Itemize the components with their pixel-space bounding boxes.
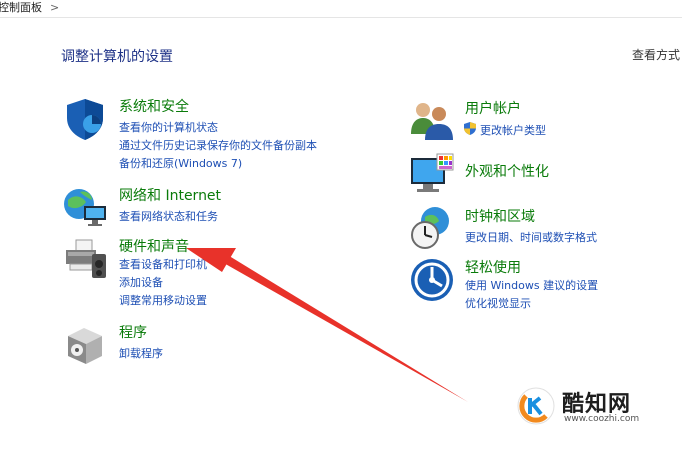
link-devices-printers[interactable]: 查看设备和打印机 (119, 256, 207, 272)
link-backup-restore[interactable]: 备份和还原(Windows 7) (119, 155, 242, 171)
category-title[interactable]: 用户帐户 (465, 98, 521, 118)
programs-box-icon[interactable] (62, 322, 108, 368)
category-programs: 程序 卸载程序 (62, 322, 362, 366)
link-uninstall[interactable]: 卸载程序 (119, 345, 163, 361)
view-by-label: 查看方式 (632, 48, 681, 62)
link-mobility-settings[interactable]: 调整常用移动设置 (119, 292, 207, 308)
link-view-status[interactable]: 查看你的计算机状态 (119, 119, 218, 135)
network-globe-icon[interactable] (62, 184, 108, 230)
address-bar[interactable]: 控制面板 > (0, 0, 682, 18)
link-recommended-settings[interactable]: 使用 Windows 建议的设置 (465, 277, 598, 293)
users-icon[interactable] (409, 98, 455, 144)
category-title[interactable]: 时钟和区域 (465, 206, 535, 226)
clock-globe-icon[interactable] (409, 205, 455, 251)
shield-icon[interactable] (62, 96, 108, 142)
chevron-right-icon[interactable]: > (50, 0, 59, 15)
link-date-time-format[interactable]: 更改日期、时间或数字格式 (465, 229, 597, 245)
category-appearance: 外观和个性化 (409, 152, 669, 198)
category-title[interactable]: 硬件和声音 (119, 236, 189, 256)
category-title[interactable]: 轻松使用 (465, 257, 521, 277)
category-network-internet: 网络和 Internet 查看网络状态和任务 (62, 184, 362, 228)
category-hardware-sound: 硬件和声音 查看设备和打印机 添加设备 调整常用移动设置 (62, 236, 362, 310)
category-title[interactable]: 外观和个性化 (465, 161, 549, 181)
link-file-history[interactable]: 通过文件历史记录保存你的文件备份副本 (119, 137, 317, 153)
ease-of-access-icon[interactable] (409, 257, 455, 303)
link-change-account-type[interactable]: 更改帐户类型 (480, 122, 546, 138)
link-network-status[interactable]: 查看网络状态和任务 (119, 208, 218, 224)
uac-shield-icon (464, 122, 476, 135)
link-optimize-visual[interactable]: 优化视觉显示 (465, 295, 531, 311)
category-title[interactable]: 系统和安全 (119, 96, 189, 116)
category-clock-region: 时钟和区域 更改日期、时间或数字格式 (409, 205, 669, 249)
monitor-palette-icon[interactable] (409, 152, 455, 198)
printer-icon[interactable] (62, 236, 108, 282)
breadcrumb-control-panel[interactable]: 控制面板 (0, 0, 42, 15)
watermark-url: www.coozhi.com (564, 414, 640, 424)
coozhi-logo-icon (517, 387, 555, 425)
page-title: 调整计算机的设置 (61, 49, 173, 65)
link-add-device[interactable]: 添加设备 (119, 274, 163, 290)
watermark-logo: 酷知网 www.coozhi.com (516, 384, 666, 432)
category-title[interactable]: 程序 (119, 322, 147, 342)
category-ease-of-access: 轻松使用 使用 Windows 建议的设置 优化视觉显示 (409, 257, 669, 313)
category-system-security: 系统和安全 查看你的计算机状态 通过文件历史记录保存你的文件备份副本 备份和还原… (62, 96, 362, 176)
category-title[interactable]: 网络和 Internet (119, 185, 221, 205)
category-user-accounts: 用户帐户 更改帐户类型 (409, 98, 669, 142)
